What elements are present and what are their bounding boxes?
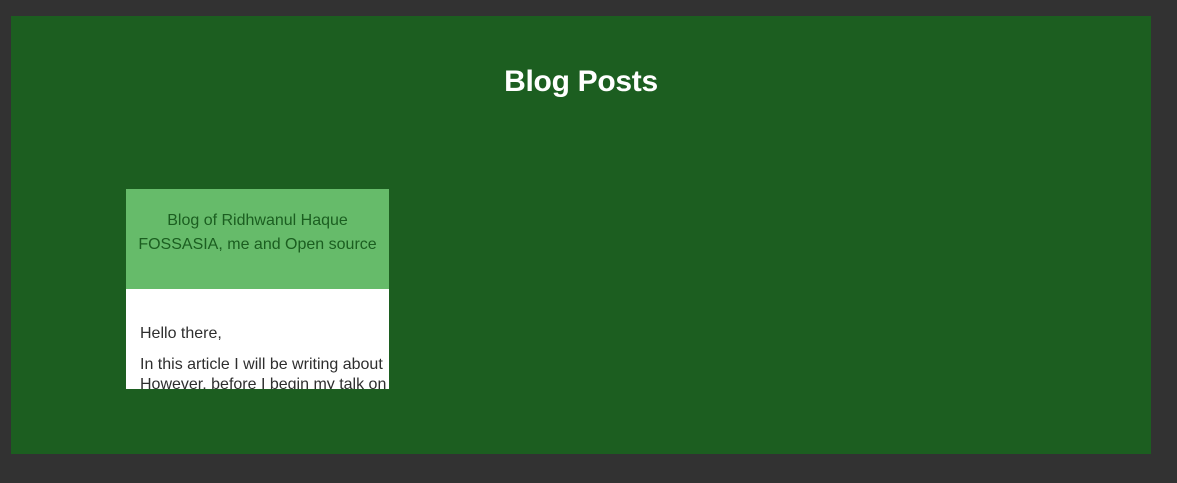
page-title: Blog Posts [504,65,658,98]
blog-name: Blog of Ridhwanul Haque [167,212,348,229]
blog-post-excerpt: Hello there, In this article I will be w… [126,289,389,389]
blog-post-card[interactable]: Blog of Ridhwanul Haque FOSSASIA, me and… [126,189,389,389]
blog-post-card-header[interactable]: Blog of Ridhwanul Haque FOSSASIA, me and… [126,189,389,289]
blog-posts-panel: Blog Posts Blog of Ridhwanul Haque FOSSA… [11,16,1151,454]
blog-post-title[interactable]: FOSSASIA, me and Open source [126,233,389,257]
blog-post-excerpt-line: However, before I begin my talk on [140,376,387,389]
blog-post-excerpt-line: In this article I will be writing about [140,356,383,373]
blog-post-greeting: Hello there, [140,325,222,342]
